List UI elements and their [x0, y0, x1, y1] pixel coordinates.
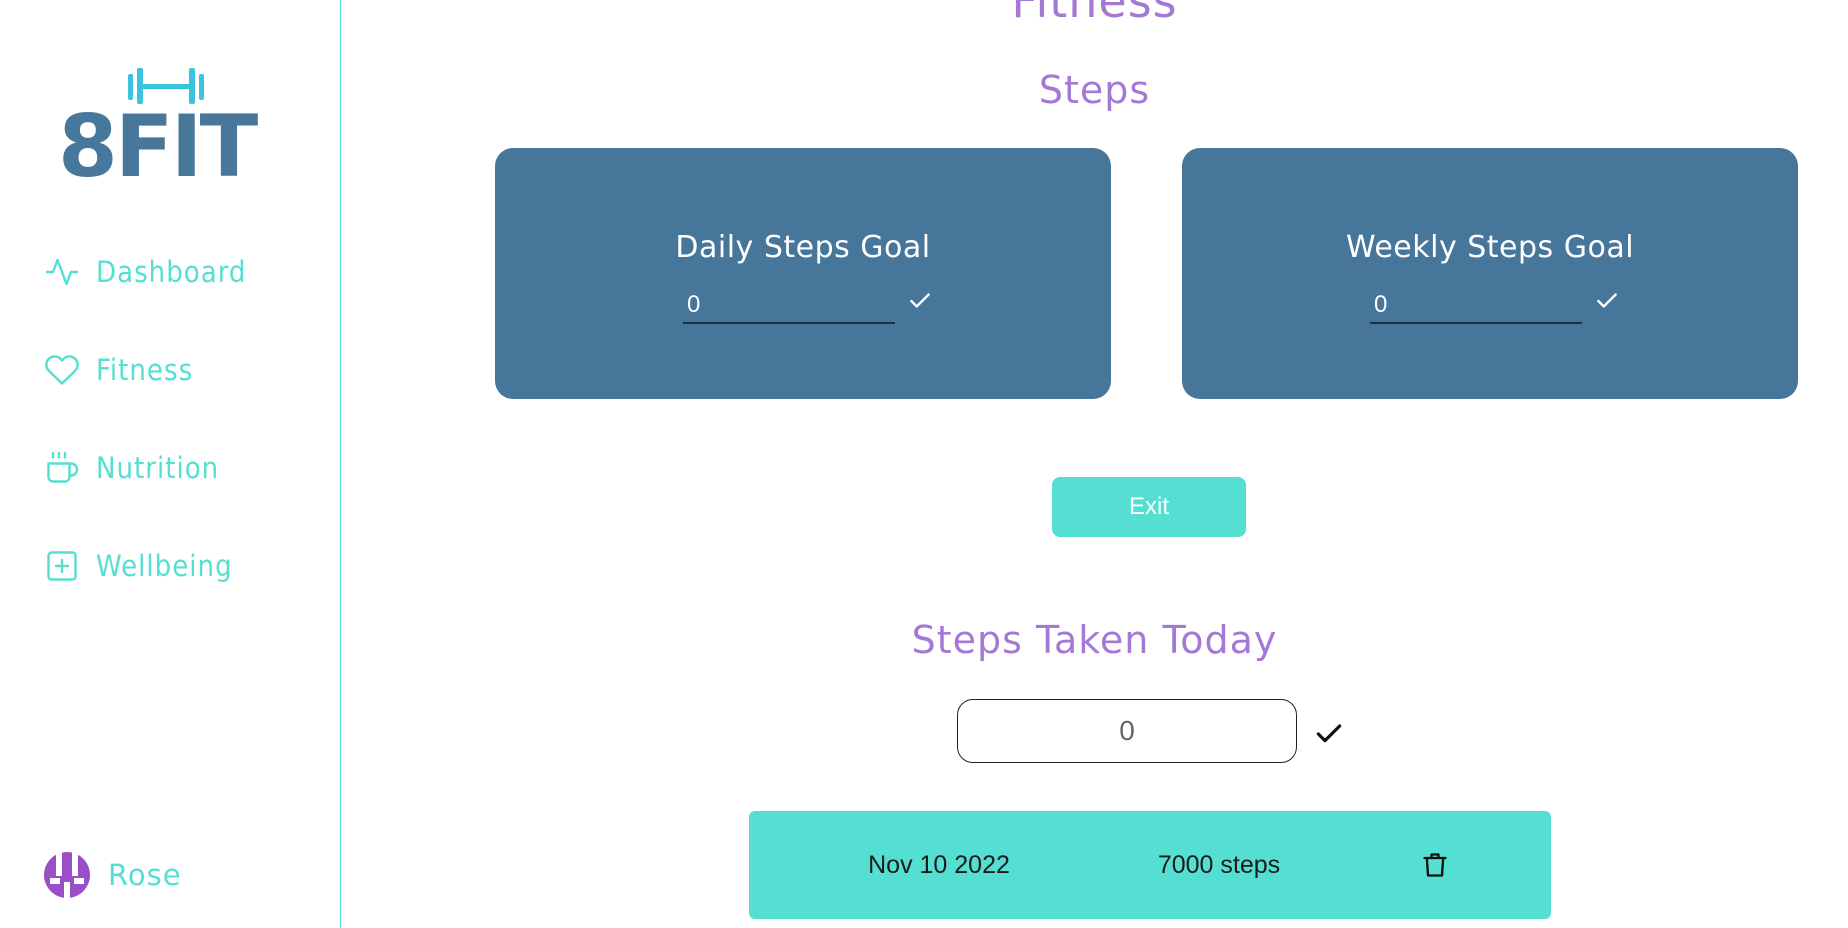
weekly-steps-goal-card: Weekly Steps Goal [1182, 148, 1798, 399]
page-title: Fitness [1011, 0, 1178, 28]
weekly-goal-check-icon[interactable] [1594, 288, 1620, 314]
sidebar-item-wellbeing[interactable]: Wellbeing [44, 544, 304, 588]
user-name: Rose [108, 858, 182, 892]
submit-steps-check-icon[interactable] [1313, 718, 1345, 750]
steps-section-title: Steps [1038, 68, 1151, 112]
activity-icon [44, 254, 80, 290]
sidebar-item-label: Dashboard [96, 255, 247, 289]
daily-steps-goal-input[interactable] [683, 288, 895, 324]
main-content: Fitness Steps Daily Steps Goal Weekly St… [341, 0, 1848, 928]
sidebar-item-label: Wellbeing [96, 549, 233, 583]
weekly-steps-goal-title: Weekly Steps Goal [1345, 230, 1635, 265]
brand-logo[interactable]: 8FIT [58, 62, 272, 192]
weekly-steps-goal-input[interactable] [1370, 288, 1582, 324]
coffee-cup-icon [44, 450, 80, 486]
log-date: Nov 10 2022 [868, 851, 1010, 879]
steps-taken-today-title: Steps Taken Today [911, 618, 1278, 662]
steps-log-row: Nov 10 2022 7000 steps [749, 811, 1551, 919]
sidebar-item-dashboard[interactable]: Dashboard [44, 250, 304, 294]
steps-taken-today-input[interactable] [957, 699, 1297, 763]
sidebar-item-nutrition[interactable]: Nutrition [44, 446, 304, 490]
daily-steps-goal-card: Daily Steps Goal [495, 148, 1111, 399]
sidebar-item-fitness[interactable]: Fitness [44, 348, 304, 392]
brand-logo-text: 8FIT [58, 97, 258, 197]
avatar-icon [44, 852, 90, 898]
heart-icon [44, 352, 80, 388]
sidebar-item-label: Nutrition [96, 451, 220, 485]
exit-button[interactable]: Exit [1052, 477, 1246, 537]
log-steps: 7000 steps [1157, 851, 1281, 879]
sidebar: 8FIT Dashboard Fitness Nutrition Wellbei… [0, 0, 341, 928]
trash-icon[interactable] [1421, 851, 1449, 879]
sidebar-item-label: Fitness [96, 353, 194, 387]
plus-square-icon [44, 548, 80, 584]
daily-steps-goal-title: Daily Steps Goal [675, 230, 931, 265]
daily-goal-check-icon[interactable] [907, 288, 933, 314]
user-profile[interactable]: Rose [44, 852, 182, 898]
